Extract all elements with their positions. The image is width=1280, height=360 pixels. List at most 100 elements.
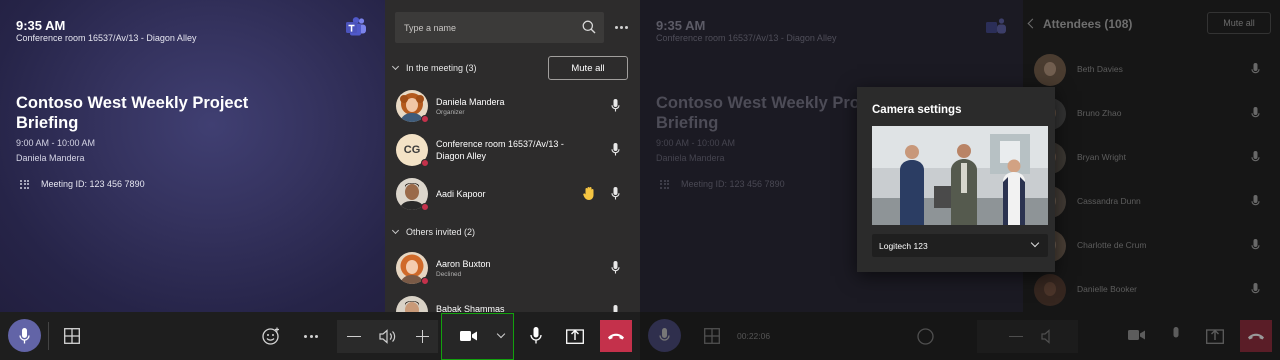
mic-icon[interactable] <box>1251 239 1260 252</box>
search-icon[interactable] <box>582 20 596 34</box>
volume-control <box>977 320 1078 353</box>
mic-icon[interactable] <box>1251 283 1260 296</box>
more-icon[interactable] <box>304 335 318 338</box>
participant-name: Daniela Mandera <box>436 97 505 107</box>
camera-icon[interactable] <box>1128 329 1145 341</box>
attendees-title: Attendees (108) <box>1043 17 1133 31</box>
chevron-down-icon <box>391 62 400 71</box>
participant-status: Declined <box>436 271 462 278</box>
attendee-row[interactable]: Cassandra Dunn <box>1023 182 1280 222</box>
volume-up-icon[interactable] <box>416 330 429 343</box>
participant-row[interactable]: Babak Shammas <box>385 292 640 312</box>
mic-icon[interactable] <box>530 327 542 344</box>
mute-all-button[interactable]: Mute all <box>1207 12 1271 34</box>
camera-icon[interactable] <box>460 330 477 342</box>
attendee-row[interactable]: Beth Davies <box>1023 50 1280 90</box>
share-tray-icon[interactable] <box>1206 327 1224 344</box>
attendee-name: Beth Davies <box>1077 64 1123 74</box>
participant-name: Aadi Kapoor <box>436 189 486 199</box>
dialpad-icon <box>660 179 669 189</box>
mic-icon[interactable] <box>1251 195 1260 208</box>
clock-time: 9:35 AM <box>16 18 66 33</box>
grid-view-icon[interactable] <box>704 328 720 344</box>
mic-icon[interactable] <box>611 305 620 312</box>
reactions-icon[interactable] <box>262 327 280 345</box>
meeting-organizer: Daniela Mandera <box>16 153 85 163</box>
participant-name: Conference room 16537/Av/13 - Diagon All… <box>436 139 564 161</box>
mic-icon[interactable] <box>611 143 620 156</box>
others-invited-label: Others invited (2) <box>406 227 476 237</box>
participant-row[interactable]: Aadi Kapoor <box>385 174 640 214</box>
reactions-icon[interactable] <box>917 327 935 345</box>
speaker-icon <box>1041 329 1050 344</box>
grid-view-icon[interactable] <box>64 328 80 344</box>
dialpad-icon <box>20 179 29 189</box>
mic-icon <box>19 327 30 343</box>
volume-control <box>337 320 438 353</box>
mic-icon[interactable] <box>1251 107 1260 120</box>
hang-up-button[interactable] <box>600 320 632 352</box>
meeting-id: Meeting ID: 123 456 7890 <box>681 179 785 189</box>
room-name: Conference room 16537/Av/13 - Diagon All… <box>16 33 197 43</box>
camera-settings-title: Camera settings <box>872 104 962 116</box>
chevron-down-icon <box>1030 238 1040 248</box>
others-invited-section-header[interactable]: Others invited (2) <box>391 226 476 237</box>
attendee-name: Bryan Wright <box>1077 152 1126 162</box>
attendee-name: Bruno Zhao <box>1077 108 1122 118</box>
meeting-title: Contoso West Weekly Project Briefing <box>16 94 249 132</box>
hang-up-button[interactable] <box>1240 320 1272 352</box>
share-tray-icon[interactable] <box>566 327 584 344</box>
participant-row[interactable]: Aaron Buxton Declined <box>385 248 640 288</box>
participants-panel: Type a name In the meeting (3) Mute all <box>385 0 640 312</box>
volume-down-icon[interactable] <box>347 336 361 338</box>
mic-icon[interactable] <box>1170 327 1182 344</box>
call-duration: 00:22:06 <box>737 331 771 341</box>
meeting-controls-toolbar <box>0 312 640 360</box>
attendee-row[interactable]: Charlotte de Crum <box>1023 226 1280 266</box>
hang-up-icon <box>1248 333 1264 340</box>
back-arrow-icon[interactable] <box>1027 18 1038 29</box>
presence-busy-icon <box>421 115 429 123</box>
mic-toggle-button[interactable] <box>648 319 681 352</box>
presence-busy-icon <box>421 277 429 285</box>
mic-icon[interactable] <box>611 187 620 200</box>
participant-row[interactable]: Daniela Mandera Organizer <box>385 86 640 126</box>
attendee-name: Cassandra Dunn <box>1077 196 1141 206</box>
teams-logo-icon <box>346 17 366 36</box>
clock-time: 9:35 AM <box>656 18 706 33</box>
meeting-id: Meeting ID: 123 456 7890 <box>41 179 145 189</box>
avatar <box>1034 274 1066 306</box>
toolbar-divider <box>48 322 49 350</box>
attendees-panel: Attendees (108) Mute all Beth Davies Bru… <box>1023 0 1280 312</box>
attendee-row[interactable]: Bruno Zhao <box>1023 94 1280 134</box>
teams-room-view-left: 9:35 AM Conference room 16537/Av/13 - Di… <box>0 0 640 360</box>
meeting-info-panel: 9:35 AM Conference room 16537/Av/13 - Di… <box>0 0 385 312</box>
selected-camera: Logitech 123 <box>879 241 928 251</box>
more-options-icon[interactable] <box>615 26 628 29</box>
raised-hand-icon <box>583 187 594 200</box>
attendee-row[interactable]: Bryan Wright <box>1023 138 1280 178</box>
participant-name: Babak Shammas <box>436 304 505 312</box>
camera-button-group[interactable] <box>441 313 514 360</box>
volume-down-icon[interactable] <box>1009 336 1023 338</box>
in-meeting-section-header[interactable]: In the meeting (3) <box>391 62 477 73</box>
mic-icon[interactable] <box>611 99 620 112</box>
search-input[interactable]: Type a name <box>395 12 604 43</box>
camera-select-dropdown[interactable]: Logitech 123 <box>872 234 1048 257</box>
meeting-time-range: 9:00 AM - 10:00 AM <box>656 138 736 148</box>
mic-icon[interactable] <box>1251 63 1260 76</box>
avatar <box>1034 54 1066 86</box>
participant-name: Aaron Buxton <box>436 259 491 269</box>
avatar <box>396 296 428 312</box>
participant-row[interactable]: CG Conference room 16537/Av/13 - Diagon … <box>385 130 640 170</box>
mic-icon[interactable] <box>1251 151 1260 164</box>
attendee-row[interactable]: Danielle Booker <box>1023 270 1280 310</box>
mute-all-button[interactable]: Mute all <box>548 56 628 80</box>
hang-up-icon <box>608 333 624 340</box>
camera-options-chevron-icon[interactable] <box>496 329 506 339</box>
mic-icon[interactable] <box>611 261 620 274</box>
presence-busy-icon <box>421 203 429 211</box>
mic-toggle-button[interactable] <box>8 319 41 352</box>
presence-busy-icon <box>421 159 429 167</box>
participant-role: Organizer <box>436 109 465 116</box>
